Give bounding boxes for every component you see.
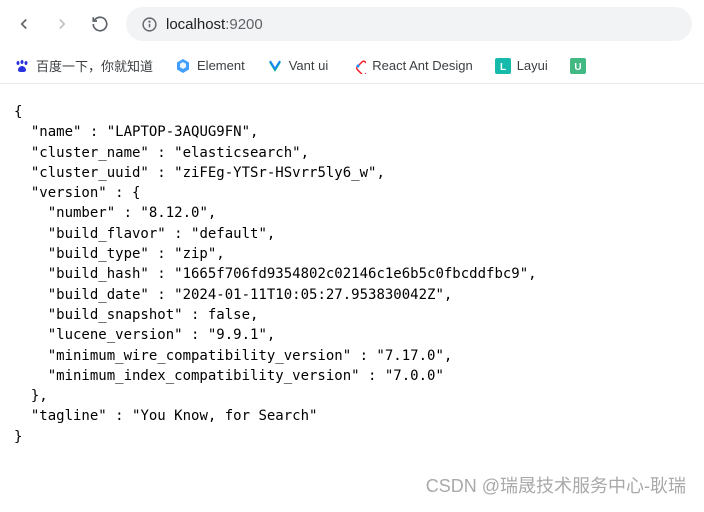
back-button[interactable] [12, 12, 36, 36]
forward-button[interactable] [50, 12, 74, 36]
extra-icon: U [570, 58, 586, 74]
reload-button[interactable] [88, 12, 112, 36]
bookmark-baidu[interactable]: 百度一下，你就知道 [14, 56, 153, 75]
layui-icon: L [495, 58, 511, 74]
bookmark-element[interactable]: Element [175, 58, 245, 74]
bookmark-label: React Ant Design [372, 58, 472, 73]
bookmarks-bar: 百度一下，你就知道 Element Vant ui React Ant Desi… [0, 48, 704, 84]
svg-text:L: L [500, 62, 506, 73]
bookmark-label: Vant ui [289, 58, 329, 73]
browser-toolbar: localhost:9200 [0, 0, 704, 48]
bookmark-label: Element [197, 58, 245, 73]
bookmark-extra[interactable]: U [570, 58, 586, 74]
bookmark-label: Layui [517, 58, 548, 73]
bookmark-layui[interactable]: L Layui [495, 58, 548, 74]
baidu-icon [14, 58, 30, 74]
site-info-icon[interactable] [140, 15, 158, 33]
react-ant-icon [350, 58, 366, 74]
element-icon [175, 58, 191, 74]
address-bar[interactable]: localhost:9200 [126, 7, 692, 41]
json-response-body: { "name" : "LAPTOP-3AQUG9FN", "cluster_n… [0, 84, 704, 465]
watermark-text: CSDN @瑞晟技术服务中心-耿瑞 [426, 472, 686, 498]
bookmark-label: 百度一下，你就知道 [36, 56, 153, 75]
url-text: localhost:9200 [166, 16, 263, 33]
bookmark-react-ant[interactable]: React Ant Design [350, 58, 472, 74]
vant-icon [267, 58, 283, 74]
bookmark-vant[interactable]: Vant ui [267, 58, 329, 74]
svg-text:U: U [574, 62, 581, 73]
